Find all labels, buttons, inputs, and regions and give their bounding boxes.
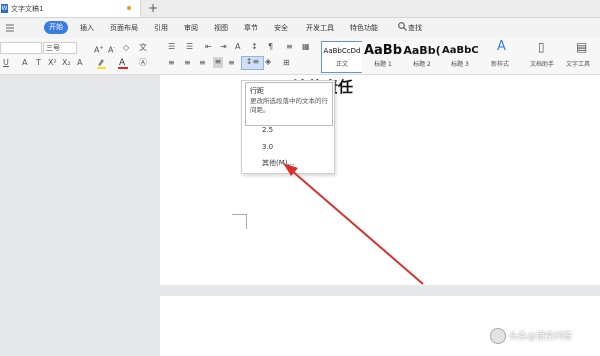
watermark-logo <box>490 328 506 344</box>
annotation-arrow-icon <box>283 163 424 285</box>
watermark-text: 头条@悟空问答 <box>509 332 573 342</box>
